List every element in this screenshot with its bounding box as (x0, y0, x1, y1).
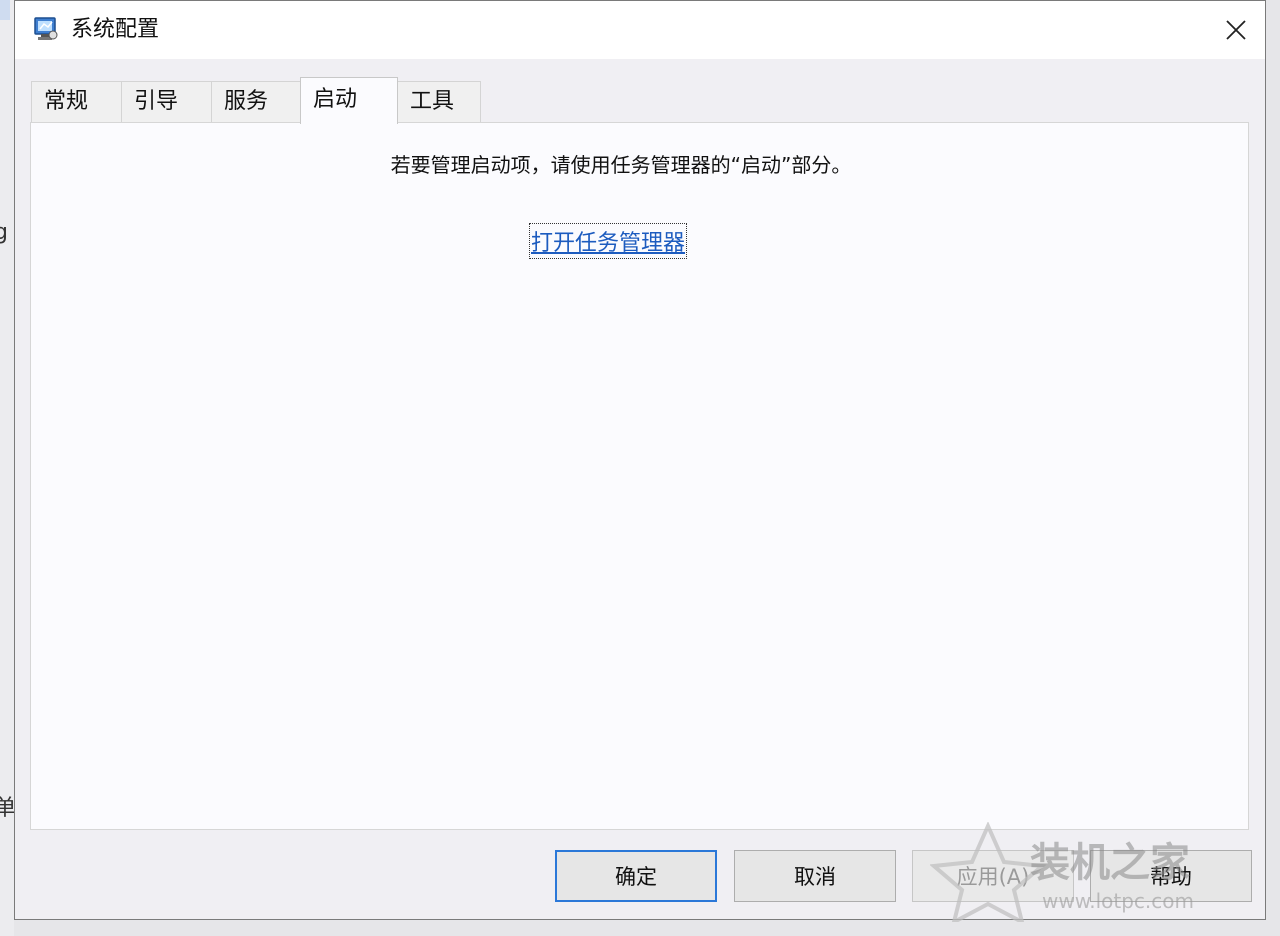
startup-tab-panel: 若要管理启动项，请使用任务管理器的“启动”部分。 打开任务管理器 (30, 122, 1249, 830)
close-button[interactable] (1207, 1, 1265, 59)
tab-services[interactable]: 服务 (211, 81, 301, 123)
help-button[interactable]: 帮助 (1090, 850, 1252, 902)
close-icon (1226, 20, 1246, 40)
background-window-strip: g 单 (0, 0, 16, 936)
tab-strip: 常规 引导 服务 启动 工具 (31, 77, 491, 124)
msconfig-app-icon (32, 15, 60, 43)
tab-general[interactable]: 常规 (31, 81, 122, 123)
cancel-button[interactable]: 取消 (734, 850, 896, 902)
tab-startup[interactable]: 启动 (300, 77, 398, 124)
apply-button[interactable]: 应用(A) (912, 850, 1074, 902)
startup-message: 若要管理启动项，请使用任务管理器的“启动”部分。 (390, 153, 852, 177)
background-text-fragment: g (0, 220, 8, 245)
tab-boot[interactable]: 引导 (121, 81, 212, 123)
tab-tools[interactable]: 工具 (397, 81, 481, 123)
system-config-dialog: 系统配置 常规 引导 服务 启动 工具 若要管理启动项，请使用任务管理器的“启动… (14, 0, 1266, 920)
window-title: 系统配置 (71, 17, 160, 42)
background-icon-fragment (0, 0, 10, 20)
ok-button[interactable]: 确定 (555, 850, 717, 902)
title-bar[interactable]: 系统配置 (15, 1, 1265, 59)
open-task-manager-link[interactable]: 打开任务管理器 (528, 223, 688, 259)
